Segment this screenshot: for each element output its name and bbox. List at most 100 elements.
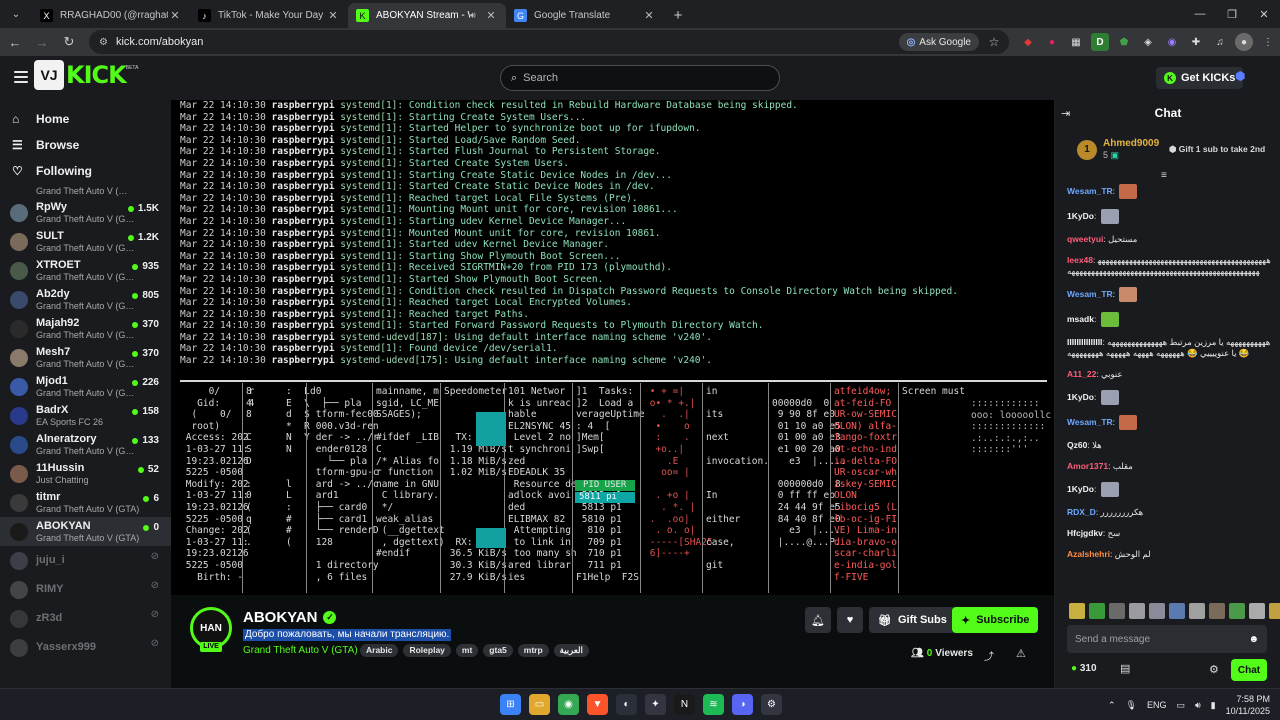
sidebar-channel[interactable]: RpWy Grand Theft Auto V (G… 1.5K [0,198,171,227]
stream-tag[interactable]: العربية [553,644,589,657]
chat-username[interactable]: Qz60 [1067,440,1087,450]
reload-icon[interactable]: ↻ [57,30,81,54]
restore-icon[interactable]: ❐ [1216,0,1248,28]
chat-username[interactable]: msadk [1067,314,1094,324]
sidebar-channel[interactable]: zR3d ⊘ [0,604,171,633]
subscribe-button[interactable]: ✦ Subscribe [952,607,1039,633]
share-icon[interactable]: ⤴ [984,648,994,663]
follow-heart-icon[interactable]: ♥ [837,607,863,633]
chat-username[interactable]: 1KyDo [1067,211,1094,221]
spotify-icon[interactable]: ≋ [703,694,724,715]
volume-icon[interactable]: 🔊︎ [1195,700,1201,711]
tab-close-icon[interactable]: ✕ [484,9,498,22]
extension-diamond-icon[interactable]: ◈ [1139,33,1157,51]
streamer-name[interactable]: ABOKYAN [243,609,317,626]
extension-shield-icon[interactable]: ⬟ [1115,33,1133,51]
tab-close-icon[interactable]: ✕ [326,9,340,22]
tab-audio-icon[interactable]: 🔊︎ [470,10,484,21]
chat-username[interactable]: leex48 [1067,255,1093,265]
tray-chevron-icon[interactable]: ⌃ [1108,700,1116,711]
sidebar-channel[interactable]: SULT Grand Theft Auto V (G… 1.2K [0,227,171,256]
netflix-icon[interactable]: N [674,694,695,715]
sidebar-channel[interactable]: XTROET Grand Theft Auto V (G… 935 [0,256,171,285]
emote-icon[interactable] [1149,603,1165,619]
store-icon[interactable]: ▤ [1120,662,1130,675]
chat-username[interactable]: Wesam_TR [1067,289,1113,299]
chat-username[interactable]: qweetyui [1067,234,1103,244]
tab-close-icon[interactable]: ✕ [642,9,656,22]
browser-tab[interactable]: K ABOKYAN Stream - Watch Li🔊︎✕ [348,3,506,28]
sidebar-channel[interactable]: Mjod1 Grand Theft Auto V (G… 226 [0,372,171,401]
top-gifter[interactable]: 1 Ahmed9009 5 ▣ [1077,138,1159,161]
gift-note[interactable]: ⬢ Gift 1 sub to take 2nd [1169,144,1265,155]
sidebar-channel[interactable]: titmr Grand Theft Auto V (GTA) 6 [0,488,171,517]
menu-hamburger-icon[interactable] [14,71,28,83]
sidebar-nav-following[interactable]: ♡ Following [0,158,171,184]
sidebar-nav-home[interactable]: ⌂ Home [0,106,171,132]
kick-logo[interactable]: VJ KICK BETA [34,60,138,90]
url-text[interactable]: kick.com/abokyan [116,36,899,48]
notification-bell-icon[interactable]: 🔔︎ [805,607,831,633]
chat-username[interactable]: 1KyDo [1067,484,1094,494]
ask-google-button[interactable]: ◎ Ask Google [898,33,979,51]
extension-d-icon[interactable]: D [1091,33,1109,51]
chat-username[interactable]: 1KyDo [1067,392,1094,402]
emote-icon[interactable] [1069,603,1085,619]
back-icon[interactable]: ← [3,30,27,54]
sidebar-channel[interactable]: Alneratzory Grand Theft Auto V (G… 133 [0,430,171,459]
address-bar[interactable]: ⚙ kick.com/abokyan ◎ Ask Google ☆ [89,30,1009,54]
stream-tag[interactable]: mt [455,644,479,657]
chat-username[interactable]: Wesam_TR [1067,186,1113,196]
chat-username[interactable]: Hfcjgdkv [1067,528,1103,538]
kicks-balance[interactable]: ● 310 [1071,663,1097,674]
media-control-icon[interactable]: ♫ [1211,33,1229,51]
report-flag-icon[interactable]: ⚠ [1016,647,1026,660]
chat-send-button[interactable]: Chat [1231,659,1267,681]
video-player[interactable]: Mar 22 14:10:30 raspberrypi systemd[1]: … [171,100,1054,595]
steam-icon[interactable]: ◐ [616,694,637,715]
sidebar-channel[interactable]: Ab2dy Grand Theft Auto V (G… 805 [0,285,171,314]
browser-tab[interactable]: G Google Translate ✕ [506,3,664,28]
language-indicator[interactable]: ENG [1147,700,1167,710]
microphone-icon[interactable]: 🎙︎ [1126,700,1137,711]
emoji-picker-icon[interactable]: ☻ [1248,634,1259,645]
user-avatar-icon[interactable]: ⬢ [1235,69,1251,85]
stream-tag[interactable]: gta5 [483,644,513,657]
emote-icon[interactable] [1089,603,1105,619]
sidebar-channel[interactable]: Majah92 Grand Theft Auto V (G… 370 [0,314,171,343]
chat-username[interactable]: A11_22 [1067,369,1096,379]
emote-icon[interactable] [1169,603,1185,619]
extension-red-icon[interactable]: ◆ [1019,33,1037,51]
sidebar-channel[interactable]: BadrX EA Sports FC 26 158 [0,401,171,430]
emote-icon[interactable] [1129,603,1145,619]
chat-username[interactable]: RDX_D [1067,507,1096,517]
get-kicks-button[interactable]: K Get KICKs [1156,67,1244,89]
emote-icon[interactable] [1109,603,1125,619]
app-icon[interactable]: ✦ [645,694,666,715]
sidebar-channel[interactable]: RIMY ⊘ [0,575,171,604]
settings-icon[interactable]: ⚙ [761,694,782,715]
site-info-icon[interactable]: ⚙ [99,37,108,48]
emote-icon[interactable] [1189,603,1205,619]
brave-icon[interactable]: ▼ [587,694,608,715]
chat-settings-icon[interactable]: ⚙ [1209,663,1219,676]
extensions-puzzle-icon[interactable]: ✚ [1187,33,1205,51]
discord-icon[interactable]: ◑ [732,694,753,715]
chat-username[interactable]: Azalshehri [1067,549,1110,559]
chat-filter-icon[interactable]: ≡ [1161,170,1167,181]
emote-icon[interactable] [1229,603,1245,619]
extension-pink-icon[interactable]: ● [1043,33,1061,51]
stream-tag[interactable]: Arabic [360,644,399,657]
battery-icon[interactable]: ▮ [1211,700,1216,711]
gift-subs-button[interactable]: 🎁︎ Gift Subs [869,607,956,633]
sidebar-nav-browse[interactable]: ☰ Browse [0,132,171,158]
sidebar-channel[interactable]: juju_i ⊘ [0,546,171,575]
bookmark-star-icon[interactable]: ☆ [985,35,1003,49]
close-window-icon[interactable]: ✕ [1248,0,1280,28]
chat-message-input[interactable]: Send a message ☻ [1067,625,1267,653]
chat-username[interactable]: Wesam_TR [1067,417,1113,427]
display-icon[interactable]: ▭ [1176,700,1185,711]
stream-tag[interactable]: mtrp [517,644,549,657]
emote-icon[interactable] [1209,603,1225,619]
browser-tab[interactable]: ♪ TikTok - Make Your Day ✕ [190,3,348,28]
